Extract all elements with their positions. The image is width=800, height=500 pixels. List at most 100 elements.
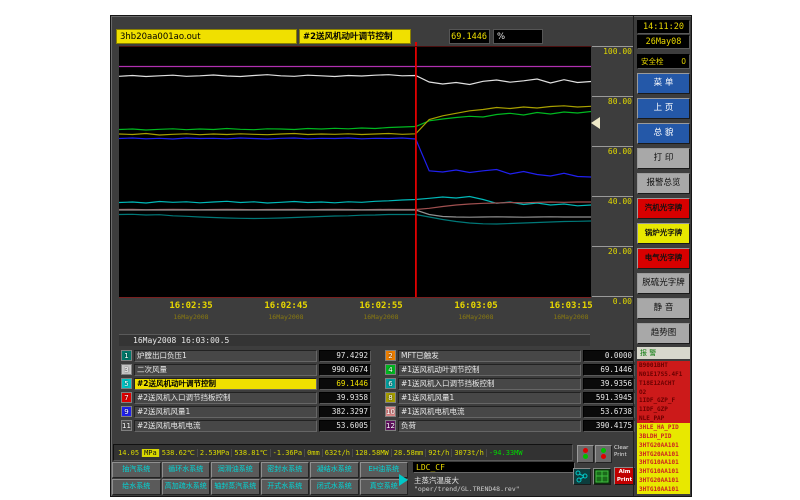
series-name: 二次风量 <box>134 364 317 376</box>
x-tick-date: 16May2008 <box>535 313 607 321</box>
series-value: 990.0674 <box>319 364 371 376</box>
alarm-row[interactable]: 3HLE_HA_PID <box>637 423 690 432</box>
alarm-row[interactable]: 3HTG10AA101 <box>637 458 690 467</box>
nav-button[interactable]: 抽汽系统 <box>112 462 161 478</box>
series-color-swatch: 8 <box>385 392 396 403</box>
nav-button[interactable]: 润滑油系统 <box>211 462 260 478</box>
safety-label: 安全栓 <box>641 55 664 68</box>
sidebar: 14:11:20 26May08 安全栓 0 菜 单上 页总 貌打 印报警总览汽… <box>633 16 693 496</box>
legend-column-right: 2MFT已触发0.00004#1送风机动叶调节控制69.14466#1送风机入口… <box>385 349 635 433</box>
legend-row[interactable]: 12负荷390.4175 <box>385 419 635 432</box>
nav-button[interactable]: 开式水系统 <box>261 479 310 495</box>
trend-file-field[interactable]: 3hb20aa001ao.out <box>116 29 297 44</box>
alarm-row[interactable]: 3HTG20AA101 <box>637 450 690 459</box>
series-value: 53.6005 <box>319 420 371 432</box>
series-color-swatch: 10 <box>385 406 396 417</box>
alarm-row[interactable]: 1IDF_GZP <box>637 405 690 414</box>
grid-display-icon[interactable] <box>593 468 611 485</box>
sidebar-button[interactable]: 上 页 <box>637 98 690 119</box>
selected-tag-field[interactable]: #2送风机动叶调节控制 <box>299 29 411 44</box>
series-name: #1送风机入口调节挡板控制 <box>398 378 581 390</box>
alarm-row[interactable]: 3BLDH_PID <box>637 432 690 441</box>
legend-row[interactable]: 10#1送风机电机电流53.6738 <box>385 405 635 418</box>
series-color-swatch: 3 <box>121 364 132 375</box>
series-value: 97.4292 <box>319 350 371 362</box>
status-field: 632t/h <box>323 449 353 457</box>
legend-row[interactable]: 3二次风量990.0674 <box>121 363 371 376</box>
sidebar-button[interactable]: 菜 单 <box>637 73 690 94</box>
series-name: MFT已触发 <box>398 350 581 362</box>
legend-row[interactable]: 4#1送风机动叶调节控制69.1446 <box>385 363 635 376</box>
trend-value-marker[interactable] <box>591 117 600 129</box>
status-field: -94.33MW <box>487 449 525 457</box>
legend-column-left: 1炉膛出口负压197.42923二次风量990.06745#2送风机动叶调节控制… <box>121 349 371 433</box>
alarm-row[interactable]: 3HTG20AA101 <box>637 441 690 450</box>
legend-row[interactable]: 1炉膛出口负压197.4292 <box>121 349 371 362</box>
series-name: #2送风机电机电流 <box>134 420 317 432</box>
legend-row[interactable]: 8#1送风机风量1591.3945 <box>385 391 635 404</box>
semaphore-icon[interactable] <box>577 445 594 463</box>
sidebar-button[interactable]: 汽机光字牌 <box>637 198 690 219</box>
series-name: #1送风机电机电流 <box>398 406 581 418</box>
green-dot-icon <box>601 448 606 453</box>
series-color-swatch: 7 <box>121 392 132 403</box>
alarm-row[interactable]: T18E12ACHT <box>637 379 690 388</box>
sidebar-button[interactable]: 报警总览 <box>637 173 690 194</box>
x-tick-time: 16:02:35 <box>155 301 227 311</box>
date-display: 26May08 <box>637 35 690 49</box>
trend-file-path: "oper/trend/GL.TREND48.rev" <box>414 485 520 493</box>
nav-button[interactable]: 给水系统 <box>112 479 161 495</box>
semaphore-icon[interactable] <box>595 445 612 463</box>
safety-count: 0 <box>681 55 686 68</box>
sidebar-button[interactable]: 脱硫光字牌 <box>637 273 690 294</box>
legend-row[interactable]: 7#2送风机入口调节挡板控制39.9358 <box>121 391 371 404</box>
alarm-row[interactable]: 3HTG20AA101 <box>637 476 690 485</box>
series-value: 39.9356 <box>583 378 635 390</box>
network-icon[interactable] <box>573 468 591 485</box>
nav-button[interactable]: 密封水系统 <box>261 462 310 478</box>
legend-row[interactable]: 9#2送风机风量1382.3297 <box>121 405 371 418</box>
sidebar-button[interactable]: 总 貌 <box>637 123 690 144</box>
status-field: 538.62℃ <box>160 449 198 457</box>
legend-row[interactable]: 5#2送风机动叶调节控制69.1446 <box>121 377 371 390</box>
series-color-swatch: 2 <box>385 350 396 361</box>
nav-button[interactable]: 闭式水系统 <box>310 479 359 495</box>
y-tick-label: 60.00 <box>608 147 632 156</box>
legend-row[interactable]: 2MFT已触发0.0000 <box>385 349 635 362</box>
legend-row[interactable]: 6#1送风机入口调节挡板控制39.9356 <box>385 377 635 390</box>
sidebar-button[interactable]: 打 印 <box>637 148 690 169</box>
alarm-row[interactable]: 1IDF_GZP_F <box>637 396 690 405</box>
trend-plot-area[interactable] <box>119 46 591 298</box>
nav-button[interactable]: 高加疏水系统 <box>162 479 211 495</box>
x-tick-date: 16May2008 <box>155 313 227 321</box>
series-name: #2送风机动叶调节控制 <box>134 378 317 390</box>
nav-row-2: 给水系统高加疏水系统轴封蒸汽系统开式水系统闭式水系统真空系统 <box>112 479 408 495</box>
alarm-row[interactable]: NLE_PAP <box>637 414 690 423</box>
selected-tag-unit: % <box>493 29 543 44</box>
alarm-row[interactable]: 3HTG10AA101 <box>637 485 690 494</box>
series-value: 53.6738 <box>583 406 635 418</box>
series-value: 69.1446 <box>583 364 635 376</box>
alarm-row[interactable]: O2 <box>637 388 690 397</box>
nav-button[interactable]: 循环水系统 <box>162 462 211 478</box>
legend-row[interactable]: 11#2送风机电机电流53.6005 <box>121 419 371 432</box>
alm-print-button[interactable]: Alm Print <box>614 467 635 485</box>
alarm-list-header: 报 警 <box>637 347 690 359</box>
trend-legend: 1炉膛出口负压197.42923二次风量990.06745#2送风机动叶调节控制… <box>119 349 631 437</box>
sidebar-buttons: 菜 单上 页总 貌打 印报警总览汽机光字牌锅炉光字牌电气光字牌脱硫光字牌静 音趋… <box>637 69 690 344</box>
alarm-row[interactable]: N01E17S5.4F1 <box>637 370 690 379</box>
series-color-swatch: 11 <box>121 420 132 431</box>
nav-button[interactable]: 凝结水系统 <box>310 462 359 478</box>
safety-counter: 安全栓 0 <box>637 54 690 69</box>
trend-series <box>119 202 591 210</box>
series-name: #2送风机入口调节挡板控制 <box>134 392 317 404</box>
command-input[interactable]: LDC_CF <box>413 462 575 473</box>
alarm-row[interactable]: B9001BHT <box>637 361 690 370</box>
sidebar-button[interactable]: 电气光字牌 <box>637 248 690 269</box>
sidebar-button[interactable]: 锅炉光字牌 <box>637 223 690 244</box>
nav-button[interactable]: 轴封蒸汽系统 <box>211 479 260 495</box>
sidebar-button[interactable]: 趋势图 <box>637 323 690 344</box>
sidebar-button[interactable]: 静 音 <box>637 298 690 319</box>
alarm-row[interactable]: 3HTG10AA101 <box>637 467 690 476</box>
series-color-swatch: 12 <box>385 420 396 431</box>
